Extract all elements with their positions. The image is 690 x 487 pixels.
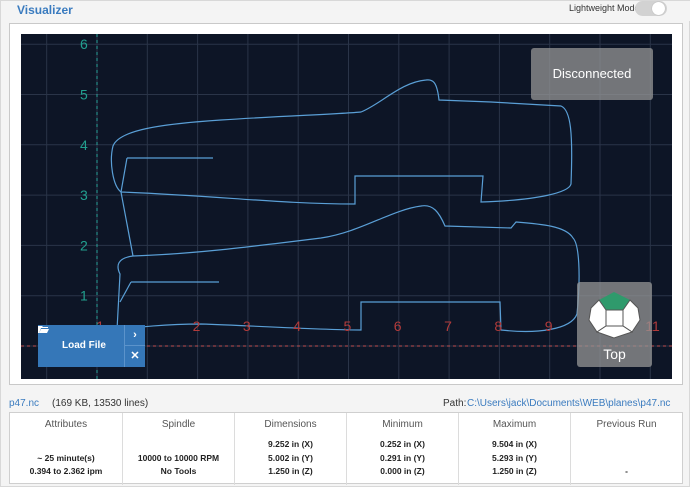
- connection-status: Disconnected: [531, 48, 653, 100]
- dimensions-y: 5.002 in (Y): [268, 453, 313, 463]
- spindle-tools: No Tools: [160, 466, 197, 476]
- file-meta: (169 KB, 13530 lines): [52, 398, 149, 409]
- chevron-right-icon: ›: [133, 329, 137, 341]
- spindle-rpm: 10000 to 10000 RPM: [137, 453, 220, 463]
- col-header-attributes: Attributes: [44, 419, 88, 430]
- y-axis-labels: 1 2 3 4 5 6: [80, 36, 88, 304]
- previous-run-value: -: [625, 466, 628, 476]
- chevron-right-button[interactable]: ›: [125, 325, 145, 346]
- x-tick-label: 9: [545, 318, 553, 334]
- visualizer-frame: 1234567891011 123456 Disconnected Load F…: [9, 23, 683, 385]
- y-tick-label: 3: [80, 187, 88, 203]
- x-axis-labels: 1234567891011: [96, 318, 660, 334]
- attributes-feed: 0.394 to 2.362 ipm: [29, 466, 103, 476]
- stats-col-spindle: Spindle 10000 to 10000 RPM No Tools: [123, 413, 235, 485]
- col-header-maximum: Maximum: [492, 419, 537, 430]
- toolpath-outline: [110, 79, 580, 333]
- y-tick-label: 1: [80, 288, 88, 304]
- y-tick-label: 6: [80, 36, 88, 52]
- lightweight-mode-toggle[interactable]: [635, 1, 667, 16]
- load-file-label: Load File: [62, 340, 106, 351]
- minimum-x: 0.252 in (X): [380, 439, 425, 449]
- x-tick-label: 6: [394, 318, 402, 334]
- close-icon: ✕: [130, 350, 140, 362]
- attributes-time: ~ 25 minute(s): [37, 453, 95, 463]
- toolpath-lower-line-2: [119, 281, 132, 303]
- dimensions-x: 9.252 in (X): [268, 439, 313, 449]
- visualizer-panel: Visualizer Lightweight Mode 1 2: [0, 0, 690, 487]
- y-tick-label: 4: [80, 137, 88, 153]
- toolpath-upper-body: [110, 79, 573, 205]
- panel-title: Visualizer: [17, 3, 73, 17]
- col-header-previous-run: Previous Run: [596, 419, 657, 430]
- minimum-z: 0.000 in (Z): [380, 466, 425, 476]
- lightweight-mode-label: Lightweight Mode: [569, 3, 640, 13]
- stats-table: Attributes ~ 25 minute(s) 0.394 to 2.362…: [9, 412, 683, 485]
- maximum-z: 1.250 in (Z): [492, 466, 537, 476]
- cube-icon: [588, 292, 641, 339]
- y-tick-label: 5: [80, 87, 88, 103]
- x-tick-label: 8: [494, 318, 502, 334]
- stats-col-dimensions: Dimensions 9.252 in (X) 5.002 in (Y) 1.2…: [235, 413, 347, 485]
- col-header-dimensions: Dimensions: [264, 419, 317, 430]
- visualizer-canvas[interactable]: 1234567891011 123456 Disconnected Load F…: [21, 34, 672, 379]
- path-label: Path:: [443, 398, 467, 409]
- toolpath-upper-line-2: [120, 157, 128, 193]
- y-tick-label: 2: [80, 237, 88, 253]
- folder-open-icon: [38, 326, 49, 333]
- maximum-x: 9.504 in (X): [492, 439, 537, 449]
- file-name-link[interactable]: p47.nc: [9, 398, 39, 409]
- file-path-link[interactable]: C:\Users\jack\Documents\WEB\planes\p47.n…: [467, 398, 670, 409]
- x-tick-label: 5: [344, 318, 352, 334]
- x-tick-label: 2: [193, 318, 201, 334]
- x-tick-label: 7: [444, 318, 452, 334]
- x-tick-label: 4: [293, 318, 301, 334]
- visualizer-header: Visualizer Lightweight Mode: [1, 1, 690, 21]
- view-cube[interactable]: Top: [577, 282, 652, 367]
- toolpath-diagonal: [120, 191, 134, 257]
- stats-col-maximum: Maximum 9.504 in (X) 5.293 in (Y) 1.250 …: [459, 413, 571, 485]
- close-file-button[interactable]: ✕: [125, 346, 145, 367]
- stats-col-attributes: Attributes ~ 25 minute(s) 0.394 to 2.362…: [10, 413, 123, 485]
- col-header-spindle: Spindle: [161, 419, 196, 430]
- file-info-bar: p47.nc (169 KB, 13530 lines) Path: C:\Us…: [9, 398, 683, 410]
- dimensions-z: 1.250 in (Z): [268, 466, 313, 476]
- stats-col-minimum: Minimum 0.252 in (X) 0.291 in (Y) 0.000 …: [347, 413, 459, 485]
- view-label: Top: [603, 346, 626, 362]
- stats-col-previous-run: Previous Run -: [571, 413, 682, 485]
- minimum-y: 0.291 in (Y): [380, 453, 425, 463]
- x-tick-label: 3: [243, 318, 251, 334]
- load-file-button[interactable]: Load File: [38, 325, 125, 367]
- maximum-y: 5.293 in (Y): [492, 453, 537, 463]
- toggle-knob: [652, 2, 665, 15]
- col-header-minimum: Minimum: [382, 419, 423, 430]
